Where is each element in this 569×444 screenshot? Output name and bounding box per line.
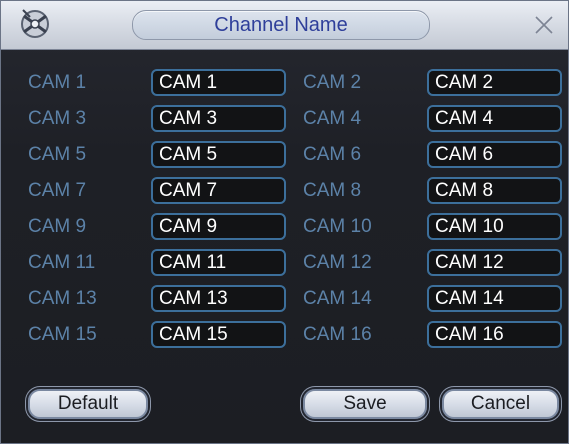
channel-name-dialog: Channel Name CAM 1 CAM 2 CAM 3 CAM 4 CAM… (0, 0, 569, 444)
channel-label: CAM 12 (303, 252, 372, 273)
dialog-title: Channel Name (132, 10, 430, 40)
channel-name-input[interactable] (427, 177, 562, 204)
channel-label: CAM 2 (303, 72, 362, 93)
channel-name-input[interactable] (151, 141, 286, 168)
default-button[interactable]: Default (28, 389, 148, 419)
channel-row: CAM 5 CAM 6 (1, 138, 568, 171)
channel-row: CAM 1 CAM 2 (1, 66, 568, 99)
channel-label: CAM 9 (28, 216, 87, 237)
channel-name-input[interactable] (151, 105, 286, 132)
channel-name-input[interactable] (427, 213, 562, 240)
channel-row: CAM 7 CAM 8 (1, 174, 568, 207)
channel-name-input[interactable] (151, 177, 286, 204)
channel-label: CAM 14 (303, 288, 372, 309)
channel-row: CAM 9 CAM 10 (1, 210, 568, 243)
channel-name-input[interactable] (427, 105, 562, 132)
channel-label: CAM 7 (28, 180, 87, 201)
app-logo-icon (21, 9, 49, 38)
channel-name-input[interactable] (151, 213, 286, 240)
channel-name-input[interactable] (427, 141, 562, 168)
channel-row: CAM 13 CAM 14 (1, 282, 568, 315)
channel-name-input[interactable] (427, 321, 562, 348)
channel-label: CAM 1 (28, 72, 87, 93)
channel-row: CAM 15 CAM 16 (1, 318, 568, 351)
channel-row: CAM 3 CAM 4 (1, 102, 568, 135)
channel-row: CAM 11 CAM 12 (1, 246, 568, 279)
channel-name-input[interactable] (151, 69, 286, 96)
close-icon[interactable] (532, 13, 556, 37)
channel-name-input[interactable] (151, 321, 286, 348)
cancel-button[interactable]: Cancel (442, 389, 559, 419)
channel-label: CAM 10 (303, 216, 372, 237)
channel-name-input[interactable] (151, 285, 286, 312)
channel-name-input[interactable] (427, 249, 562, 276)
channel-label: CAM 13 (28, 288, 97, 309)
channel-label: CAM 6 (303, 144, 362, 165)
channel-label: CAM 15 (28, 324, 97, 345)
channel-label: CAM 11 (28, 252, 96, 273)
channel-label: CAM 8 (303, 180, 362, 201)
channel-label: CAM 5 (28, 144, 87, 165)
save-button[interactable]: Save (303, 389, 427, 419)
channel-name-input[interactable] (427, 285, 562, 312)
channel-name-input[interactable] (151, 249, 286, 276)
channel-label: CAM 4 (303, 108, 362, 129)
channel-label: CAM 16 (303, 324, 372, 345)
channel-name-input[interactable] (427, 69, 562, 96)
channel-label: CAM 3 (28, 108, 87, 129)
title-bar: Channel Name (1, 1, 568, 50)
